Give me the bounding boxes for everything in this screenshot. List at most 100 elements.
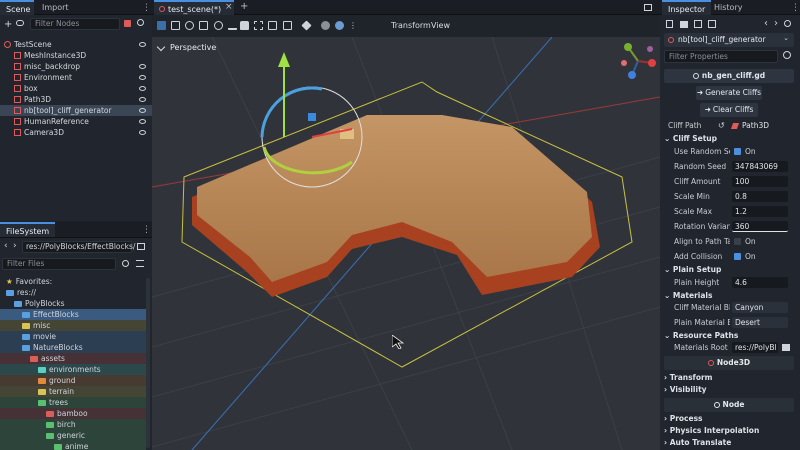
add-node-icon[interactable]: +	[4, 19, 12, 30]
tab-inspector[interactable]: Inspector	[662, 0, 712, 15]
section-physics-interpolation[interactable]: › Physics Interpolation	[664, 425, 792, 437]
bone-icon[interactable]	[268, 21, 277, 30]
menu-icon[interactable]: ⋮	[142, 3, 151, 13]
plain-material-select[interactable]: Desert	[732, 317, 788, 328]
materials-root-field[interactable]: res://PolyBl	[732, 342, 778, 353]
link-icon[interactable]	[16, 20, 24, 26]
rotate-tool-icon[interactable]	[185, 21, 194, 30]
tab-scene[interactable]: Scene	[0, 0, 34, 15]
scene-tree-row[interactable]: box	[0, 83, 152, 94]
section-plain-setup[interactable]: ⌄ Plain Setup	[664, 264, 792, 276]
generate-cliffs-button[interactable]: ➜ Generate Cliffs	[696, 86, 762, 100]
visibility-eye-icon[interactable]	[139, 75, 146, 80]
add-collision-checkbox[interactable]: On	[734, 250, 756, 263]
search-icon[interactable]	[137, 19, 144, 26]
file-tree-row[interactable]: terrain	[0, 386, 146, 397]
file-tree-row[interactable]: environments	[0, 364, 146, 375]
file-tree-row[interactable]: ground	[0, 375, 146, 386]
visibility-eye-icon[interactable]	[139, 108, 146, 113]
section-auto-translate[interactable]: › Auto Translate	[664, 437, 792, 449]
visibility-eye-icon[interactable]	[139, 86, 146, 91]
section-visibility[interactable]: › Visibility	[664, 384, 792, 396]
move-tool-icon[interactable]	[171, 21, 180, 30]
sun-icon[interactable]	[321, 21, 330, 30]
filter-files-input[interactable]: Filter Files	[2, 258, 116, 270]
environment-icon[interactable]	[335, 21, 344, 30]
menu-icon[interactable]: ⋮	[791, 3, 800, 13]
script-icon[interactable]	[124, 20, 131, 27]
scene-tree-row[interactable]: MeshInstance3D	[0, 50, 152, 61]
scale-tool-icon[interactable]	[199, 21, 208, 30]
node-selector[interactable]: nb[tool]_cliff_generator ⌄	[664, 33, 794, 47]
file-tree-row[interactable]: anime	[0, 441, 146, 450]
tab-test-scene[interactable]: test_scene(*)	[154, 0, 234, 15]
clear-cliffs-button[interactable]: ➜ Clear Cliffs	[700, 103, 758, 117]
more-icon[interactable]: ⋮	[349, 21, 358, 30]
plain-height-field[interactable]: 4.6	[732, 277, 788, 288]
back-icon[interactable]: ‹	[4, 241, 8, 251]
visibility-eye-icon[interactable]	[139, 97, 146, 102]
file-tree-row[interactable]: misc	[0, 320, 146, 331]
scene-tree-row[interactable]: misc_backdrop	[0, 61, 152, 72]
filter-nodes-input[interactable]: Filter Nodes	[30, 18, 120, 30]
scene-tree-row[interactable]: nb[tool]_cliff_generator	[0, 105, 152, 116]
visibility-eye-icon[interactable]	[139, 42, 146, 47]
sort-icon[interactable]	[136, 260, 144, 267]
file-tree-row[interactable]: NatureBlocks	[0, 342, 146, 353]
file-tree-row[interactable]: assets	[0, 353, 146, 364]
scene-tree-row[interactable]: Path3D	[0, 94, 152, 105]
file-tree-row[interactable]: bamboo	[0, 408, 146, 419]
section-process[interactable]: › Process	[664, 413, 792, 425]
snap-icon[interactable]	[283, 21, 292, 30]
forward-icon[interactable]: ›	[774, 18, 778, 29]
section-transform[interactable]: › Transform	[664, 372, 792, 384]
new-resource-icon[interactable]	[666, 20, 673, 28]
group-icon[interactable]	[254, 21, 263, 30]
file-tree-row[interactable]: birch	[0, 419, 146, 430]
scene-tree-row[interactable]: Camera3D	[0, 127, 152, 138]
history-icon[interactable]	[784, 20, 791, 27]
file-tree-row[interactable]: PolyBlocks	[0, 298, 146, 309]
file-tree-row[interactable]: EffectBlocks	[0, 309, 146, 320]
cliff-path-value[interactable]: Path3D	[742, 119, 769, 132]
visibility-eye-icon[interactable]	[139, 119, 146, 124]
orientation-gizmo[interactable]	[618, 41, 658, 81]
ruler-tool-icon[interactable]	[228, 21, 237, 30]
file-tree-row[interactable]: movie	[0, 331, 146, 342]
node-header[interactable]: Node	[664, 398, 794, 412]
visibility-eye-icon[interactable]	[139, 64, 146, 69]
open-folder-icon[interactable]	[680, 21, 688, 28]
align-to-path-checkbox[interactable]: On	[734, 235, 756, 248]
back-icon[interactable]: ‹	[764, 18, 768, 29]
scrollbar[interactable]	[146, 278, 150, 448]
script-button[interactable]: nb_gen_cliff.gd	[664, 69, 794, 83]
settings-icon[interactable]	[783, 51, 791, 59]
3d-viewport[interactable]: Perspective	[152, 37, 660, 450]
visibility-eye-icon[interactable]	[139, 130, 146, 135]
section-cliff-setup[interactable]: ⌄ Cliff Setup	[664, 133, 792, 145]
file-tree-row[interactable]: trees	[0, 397, 146, 408]
scene-tree-row[interactable]: TestScene	[0, 39, 152, 50]
view-menu[interactable]: View	[431, 21, 450, 30]
node3d-header[interactable]: Node3D	[664, 356, 794, 370]
file-tree-row[interactable]: generic	[0, 430, 146, 441]
tab-history[interactable]: History	[708, 0, 748, 15]
rotation-variance-slider[interactable]: 360	[732, 221, 788, 232]
file-tree-row[interactable]: ★ Favorites:	[0, 276, 146, 287]
add-tab-icon[interactable]: +	[240, 1, 248, 12]
forward-icon[interactable]: ›	[13, 241, 17, 251]
tab-filesystem[interactable]: FileSystem	[0, 222, 56, 237]
random-seed-field[interactable]: 347843069	[732, 161, 788, 172]
tab-import[interactable]: Import	[36, 0, 75, 15]
revert-icon[interactable]: ↺	[718, 119, 725, 132]
scale-min-field[interactable]: 0.8	[732, 191, 788, 202]
cliff-material-select[interactable]: Canyon	[732, 302, 788, 313]
scene-tree-row[interactable]: HumanReference	[0, 116, 152, 127]
scale-max-field[interactable]: 1.2	[732, 206, 788, 217]
folder-icon[interactable]	[782, 344, 790, 351]
transform-menu[interactable]: Transform	[391, 21, 431, 30]
file-tree-row[interactable]: res://	[0, 287, 146, 298]
search-icon[interactable]	[122, 260, 129, 267]
use-random-seed-checkbox[interactable]: On	[734, 145, 756, 158]
close-tab-icon[interactable]: ×	[225, 2, 233, 12]
